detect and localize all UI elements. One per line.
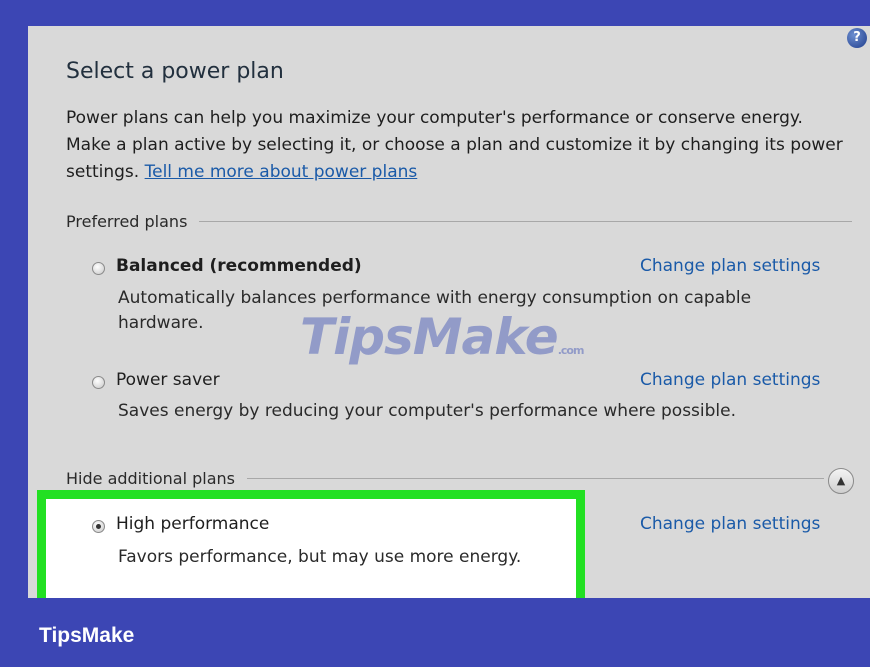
brand-logo-text: TipsMake [39,624,135,647]
group-divider [247,478,824,479]
power-options-panel: ? Select a power plan Power plans can he… [28,26,870,598]
high-performance-desc: Favors performance, but may use more ene… [118,547,522,567]
balanced-plan-name[interactable]: Balanced (recommended) [116,256,362,276]
balanced-change-settings-link[interactable]: Change plan settings [640,256,820,276]
preferred-plans-label: Preferred plans [66,212,188,231]
intro-line-1: Power plans can help you maximize your c… [66,108,803,128]
intro-line-3: settings. Tell me more about power plans [66,162,417,182]
watermark-suffix: .com [557,344,585,357]
high-performance-highlight [37,490,585,598]
balanced-desc-line-2: hardware. [118,313,204,333]
intro-line-2: Make a plan active by selecting it, or c… [66,135,843,155]
power-plans-help-link[interactable]: Tell me more about power plans [145,162,418,182]
power-saver-change-settings-link[interactable]: Change plan settings [640,370,820,390]
watermark-text: TipsMake [300,308,559,366]
intro-line-3-text: settings. [66,162,145,182]
chevron-up-icon[interactable]: ▲ [828,468,854,494]
power-saver-radio[interactable] [92,376,105,389]
balanced-radio[interactable] [92,262,105,275]
group-divider [199,221,852,222]
high-performance-change-settings-link[interactable]: Change plan settings [640,514,820,534]
high-performance-radio[interactable] [92,520,105,533]
page-title: Select a power plan [66,59,284,84]
power-saver-desc: Saves energy by reducing your computer's… [118,401,737,421]
hide-additional-plans-label[interactable]: Hide additional plans [66,469,235,488]
help-icon[interactable]: ? [847,28,867,48]
power-saver-plan-name[interactable]: Power saver [116,370,220,390]
high-performance-plan-name[interactable]: High performance [116,514,269,534]
preferred-plans-group: Preferred plans [66,212,852,231]
additional-plans-group: Hide additional plans [66,469,824,488]
tipsmake-watermark: TipsMake.com [300,308,585,366]
